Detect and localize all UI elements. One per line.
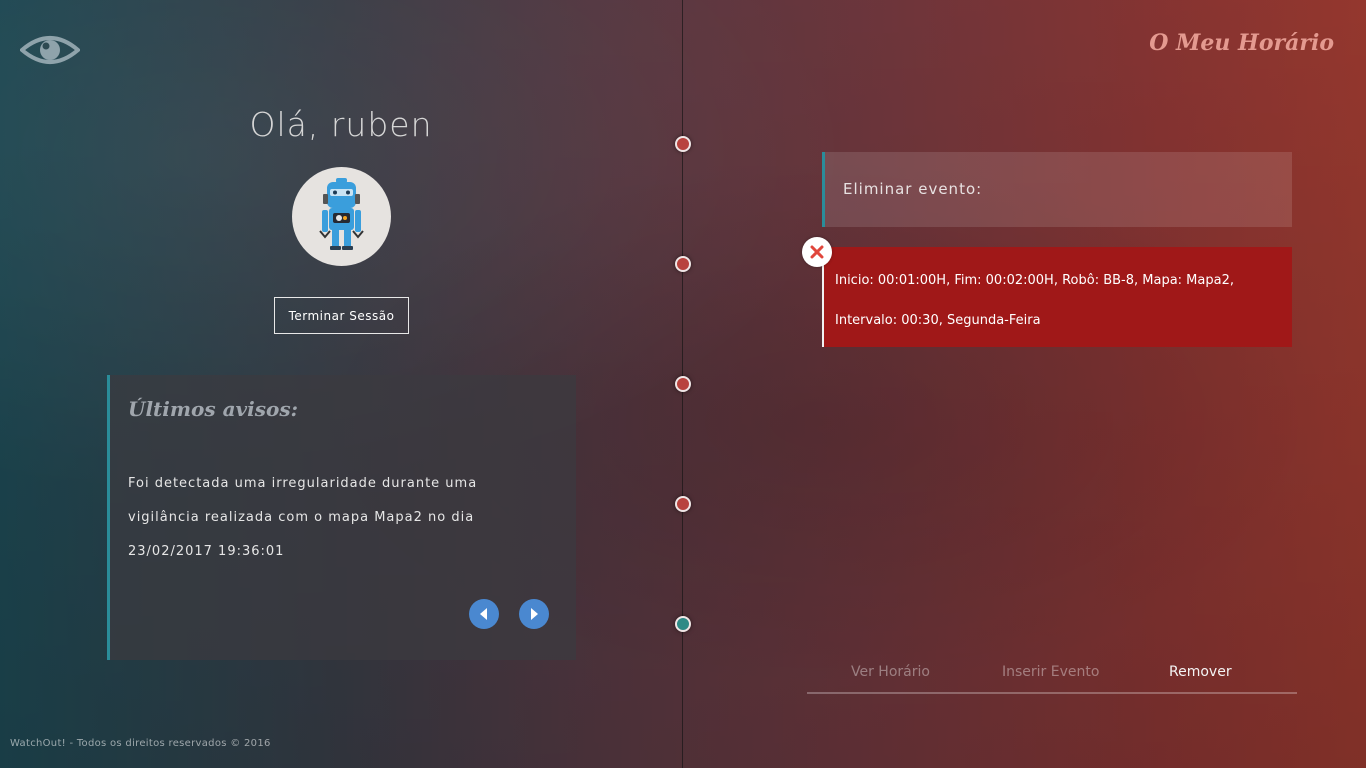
timeline-dot[interactable] bbox=[675, 256, 691, 272]
notices-title: Últimos avisos: bbox=[128, 397, 299, 421]
timeline-dot-active[interactable] bbox=[675, 616, 691, 632]
eye-icon[interactable] bbox=[18, 30, 82, 70]
event-details: Inicio: 00:01:00H, Fim: 00:02:00H, Robô:… bbox=[835, 261, 1275, 341]
action-tabs: Ver Horário Inserir Evento Remover bbox=[807, 660, 1297, 694]
next-notice-button[interactable] bbox=[519, 599, 549, 629]
notice-message: Foi detectada uma irregularidade durante… bbox=[128, 476, 478, 559]
user-avatar bbox=[292, 167, 391, 266]
notices-panel: Últimos avisos: Foi detectada uma irregu… bbox=[107, 375, 576, 660]
app-title: O Meu Horário bbox=[1149, 30, 1334, 56]
delete-event-button[interactable] bbox=[802, 237, 832, 267]
previous-notice-button[interactable] bbox=[469, 599, 499, 629]
chevron-right-icon bbox=[531, 608, 538, 620]
logout-button[interactable]: Terminar Sessão bbox=[274, 297, 409, 334]
tab-inserir-evento[interactable]: Inserir Evento bbox=[1002, 664, 1099, 680]
timeline-dot[interactable] bbox=[675, 496, 691, 512]
timeline-dot[interactable] bbox=[675, 376, 691, 392]
footer-copyright: WatchOut! - Todos os direitos reservados… bbox=[10, 738, 271, 749]
tab-ver-horario[interactable]: Ver Horário bbox=[851, 664, 930, 680]
delete-event-header: Eliminar evento: bbox=[822, 152, 1292, 227]
event-details-line: Inicio: 00:01:00H, Fim: 00:02:00H, Robô:… bbox=[835, 273, 1234, 288]
event-card[interactable]: Inicio: 00:01:00H, Fim: 00:02:00H, Robô:… bbox=[822, 247, 1292, 347]
tab-remover[interactable]: Remover bbox=[1169, 664, 1232, 680]
timeline-dot[interactable] bbox=[675, 136, 691, 152]
robot-icon bbox=[319, 178, 364, 250]
greeting-text: Olá, ruben bbox=[249, 105, 433, 144]
event-details-line: Intervalo: 00:30, Segunda-Feira bbox=[835, 313, 1041, 328]
chevron-left-icon bbox=[480, 608, 487, 620]
delete-event-title: Eliminar evento: bbox=[843, 180, 983, 198]
close-icon bbox=[810, 245, 824, 259]
